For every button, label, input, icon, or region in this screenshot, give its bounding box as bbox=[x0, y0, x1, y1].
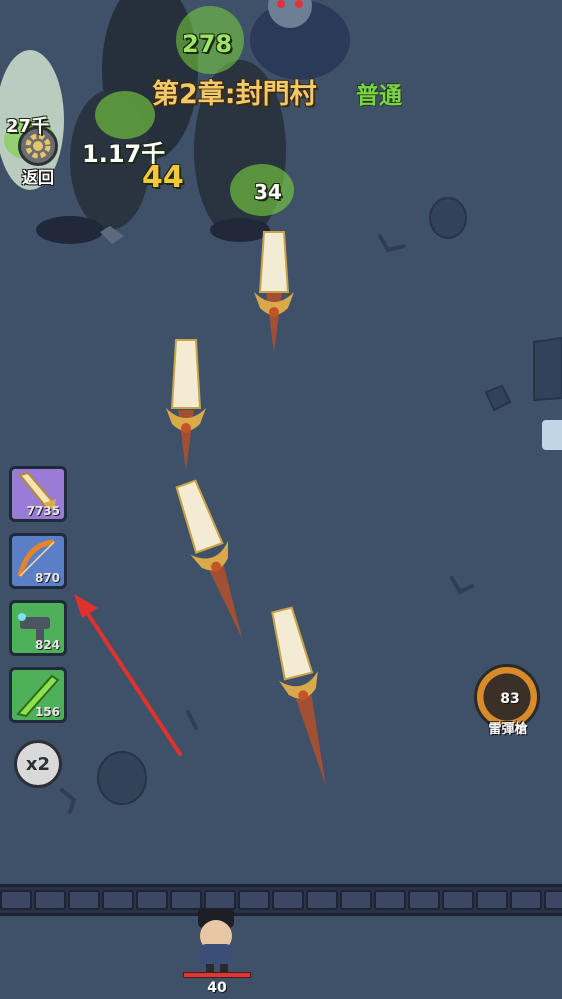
weapon-count: 7735 bbox=[26, 504, 60, 518]
game-stage: 第2章:封門村 普通 返回 278 1.17千 44 34 27千 7735 8… bbox=[0, 0, 562, 999]
damage-number: 34 bbox=[254, 180, 282, 204]
weapon-slot-jade-blade[interactable]: 156 bbox=[9, 667, 67, 723]
chapter-title: 第2章:封門村 bbox=[152, 79, 317, 110]
weapon-count: 156 bbox=[34, 705, 60, 719]
difficulty-label: 普通 bbox=[356, 83, 402, 109]
weapon-count: 870 bbox=[34, 571, 60, 585]
guide-arrow bbox=[74, 594, 182, 756]
weapon-count: 824 bbox=[34, 638, 60, 652]
speed-toggle-button[interactable]: x2 bbox=[14, 740, 62, 788]
skill-label: 雷彈槍 bbox=[488, 722, 528, 737]
skill-count: 83 bbox=[500, 691, 520, 707]
weapon-slot-golden-sword[interactable]: 7735 bbox=[9, 466, 67, 522]
weapon-slot-flame-bow[interactable]: 870 bbox=[9, 533, 67, 589]
sword-projectiles bbox=[166, 231, 326, 785]
player-character bbox=[198, 908, 234, 972]
damage-number: 278 bbox=[182, 30, 233, 58]
speed-label: x2 bbox=[25, 753, 51, 775]
damage-number: 27千 bbox=[6, 116, 50, 137]
defense-wall bbox=[0, 884, 562, 916]
player-hp-bar bbox=[183, 972, 251, 978]
player-hp: 40 bbox=[207, 980, 227, 996]
damage-number: 44 bbox=[142, 160, 184, 195]
back-label: 返回 bbox=[21, 168, 54, 187]
weapon-slot-thunder-gun[interactable]: 824 bbox=[9, 600, 67, 656]
